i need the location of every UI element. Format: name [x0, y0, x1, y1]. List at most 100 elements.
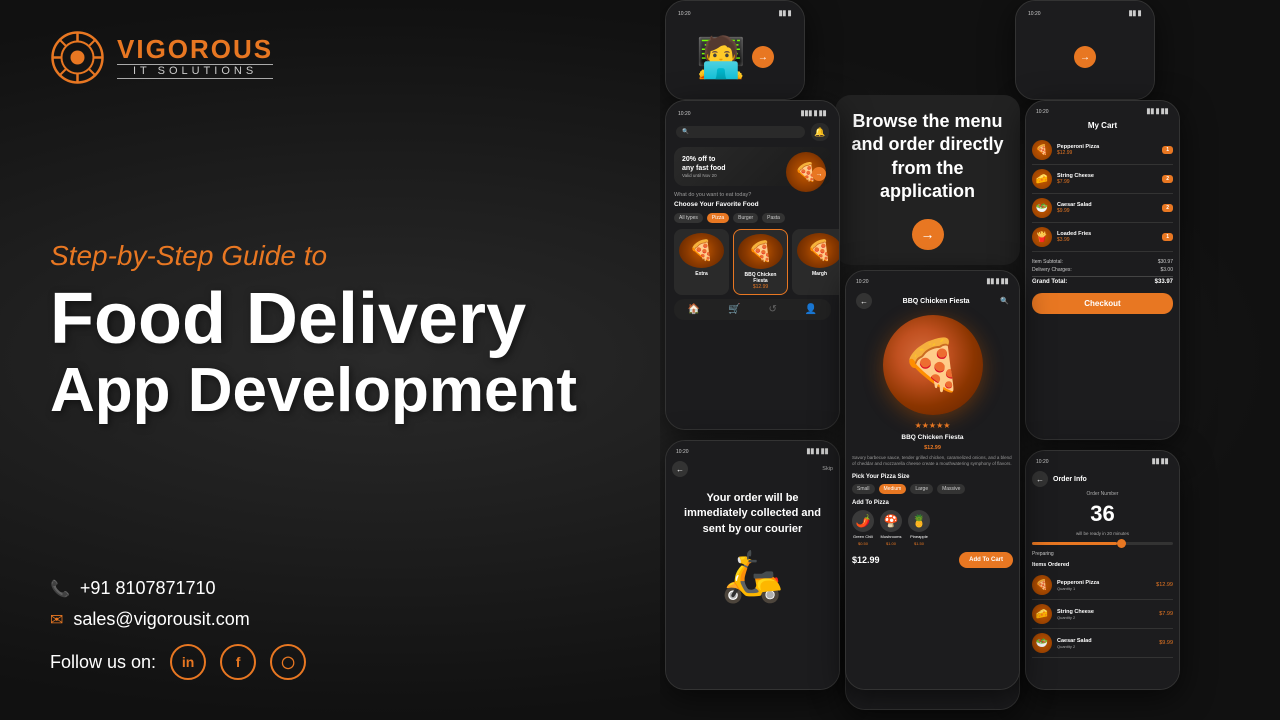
- cart-item-3: 🥗 Caesar Salad $9.99 2: [1032, 194, 1173, 223]
- order-number-label: Order Number: [1032, 491, 1173, 497]
- follow-label: Follow us on:: [50, 652, 156, 673]
- cart-price-4: $3.99: [1057, 237, 1157, 243]
- cart-price-1: $12.99: [1057, 150, 1157, 156]
- cart-qty-1: 1: [1162, 146, 1173, 154]
- phone-screen-1: 10:20▊▊▊ ▊ ▊▊ 🔍 🔔 20% off toany fast foo…: [666, 101, 839, 429]
- topping-pineapple[interactable]: 🍍 Pineapple $1.50: [908, 510, 930, 546]
- order-price-3: $9.99: [1159, 640, 1173, 646]
- order-info-1: Pepperoni Pizza Quantity 1: [1057, 580, 1151, 591]
- notification-icon[interactable]: 🔔: [811, 123, 829, 141]
- cart-price-3: $9.99: [1057, 208, 1157, 214]
- order-info-title: Order Info: [1053, 476, 1087, 483]
- size-options: Small Medium Large Massive: [852, 484, 1013, 494]
- tab-burger[interactable]: Burger: [733, 213, 758, 223]
- cart-info-1: Pepperoni Pizza $12.99: [1057, 144, 1157, 156]
- email-address: sales@vigorousit.com: [73, 609, 249, 630]
- phone-mockup-1: 10:20▊▊▊ ▊ ▊▊ 🔍 🔔 20% off toany fast foo…: [665, 100, 840, 430]
- phone-mockup-2: 10:20▊▊ ▊ ▊▊ ← BBQ Chicken Fiesta 🔍 🍕 ★★…: [845, 270, 1020, 690]
- add-to-cart-button[interactable]: Add To Cart: [959, 552, 1013, 568]
- nav-home[interactable]: 🏠: [688, 304, 700, 315]
- phone-screen-6: 10:20▊▊ ▊ 🧑‍💻 →: [666, 1, 804, 99]
- phone-screen-5: 10:20▊▊ ▊ ▊▊ ← Skip Your order will be i…: [666, 441, 839, 689]
- headline-line2: App Development: [50, 358, 610, 423]
- phone-screen-7: 10:20▊▊ ▊ →: [1016, 1, 1154, 99]
- tab-pasta[interactable]: Pasta: [762, 213, 785, 223]
- cart-item-1: 🍕 Pepperoni Pizza $12.99 1: [1032, 136, 1173, 165]
- skip-button[interactable]: Skip: [822, 466, 833, 472]
- delivery-back-button[interactable]: ←: [672, 461, 688, 477]
- cart-info-3: Caesar Salad $9.99: [1057, 202, 1157, 214]
- arrow-button-2[interactable]: →: [1074, 46, 1096, 68]
- size-large[interactable]: Large: [910, 484, 933, 494]
- tab-pizza[interactable]: Pizza: [707, 213, 729, 223]
- toppings-row: 🌶️ Green Chili $0.50 🍄 Mushrooms $1.00 🍍…: [852, 510, 1013, 546]
- order-back-button[interactable]: ←: [1032, 471, 1048, 487]
- grand-value: $33.97: [1155, 279, 1173, 285]
- nav-refresh[interactable]: ↺: [768, 304, 776, 315]
- food-image-bbq: 🍕: [738, 234, 783, 269]
- detail-search[interactable]: 🔍: [1000, 297, 1009, 305]
- browse-text-block: Browse the menu and order directly from …: [835, 95, 1020, 265]
- cart-title: My Cart: [1032, 121, 1173, 130]
- topping-img-2: 🍄: [880, 510, 902, 532]
- order-info-2: String Cheese Quantity 2: [1057, 609, 1154, 620]
- size-massive[interactable]: Massive: [937, 484, 965, 494]
- browse-arrow-button[interactable]: →: [912, 219, 944, 250]
- food-card-margh[interactable]: 🍕 Margh: [792, 229, 839, 295]
- topping-price-2: $1.00: [886, 541, 896, 546]
- cart-info-4: Loaded Fries $3.99: [1057, 231, 1157, 243]
- back-button[interactable]: ←: [856, 293, 872, 309]
- arrow-button-1[interactable]: →: [752, 46, 774, 68]
- social-row: Follow us on: in f ◯: [50, 644, 610, 680]
- checkout-button[interactable]: Checkout: [1032, 293, 1173, 314]
- brand-name: VIGOROUS: [117, 36, 273, 62]
- order-price-1: $12.99: [1156, 582, 1173, 588]
- order-number: 36: [1032, 501, 1173, 527]
- size-small[interactable]: Small: [852, 484, 875, 494]
- food-card-bbq[interactable]: 🍕 BBQ Chicken Fiesta $12.99: [733, 229, 788, 295]
- tab-all[interactable]: All types: [674, 213, 703, 223]
- items-ordered-label: Items Ordered: [1032, 562, 1173, 568]
- order-detail-3: Quantity 2: [1057, 644, 1154, 649]
- grand-label: Grand Total:: [1032, 279, 1067, 285]
- person-illustration-1: 🧑‍💻: [696, 34, 746, 81]
- facebook-icon[interactable]: f: [220, 644, 256, 680]
- size-medium[interactable]: Medium: [879, 484, 907, 494]
- phone-number: +91 8107871710: [80, 578, 216, 599]
- order-price-2: $7.99: [1159, 611, 1173, 617]
- food-card-extra[interactable]: 🍕 Extra: [674, 229, 729, 295]
- delivery-text: Your order will be immediately collected…: [672, 481, 833, 547]
- linkedin-icon[interactable]: in: [170, 644, 206, 680]
- cart-info-2: String Cheese $7.99: [1057, 173, 1157, 185]
- topping-img-3: 🍍: [908, 510, 930, 532]
- phone-mockup-5: 10:20▊▊ ▊ ▊▊ ← Skip Your order will be i…: [665, 440, 840, 690]
- topping-img-1: 🌶️: [852, 510, 874, 532]
- topping-mushrooms[interactable]: 🍄 Mushrooms $1.00: [880, 510, 902, 546]
- order-detail-1: Quantity 1: [1057, 586, 1151, 591]
- cart-price-2: $7.99: [1057, 179, 1157, 185]
- category-tabs: All types Pizza Burger Pasta: [674, 213, 831, 223]
- nav-cart[interactable]: 🛒: [728, 304, 740, 315]
- search-bar[interactable]: 🔍: [676, 126, 805, 138]
- food-cards: 🍕 Extra 🍕 BBQ Chicken Fiesta $12.99 🍕 Ma…: [674, 229, 831, 295]
- question-label: What do you want to eat today?: [674, 192, 831, 198]
- rating-stars: ★★★★★: [852, 421, 1013, 430]
- order-item-2: 🧀 String Cheese Quantity 2 $7.99: [1032, 600, 1173, 629]
- headline-subtitle: Step-by-Step Guide to: [50, 240, 610, 272]
- topping-name-1: Green Chili: [853, 534, 873, 539]
- contact-area: 📞 +91 8107871710 ✉ sales@vigorousit.com …: [50, 578, 610, 680]
- instagram-icon[interactable]: ◯: [270, 644, 306, 680]
- main-container: VIGOROUS IT SOLUTIONS Step-by-Step Guide…: [0, 0, 1280, 720]
- add-cart-row: $12.99 Add To Cart: [852, 552, 1013, 568]
- progress-fill: [1032, 542, 1117, 545]
- final-price: $12.99: [852, 555, 880, 565]
- choose-label: Choose Your Favorite Food: [674, 201, 831, 208]
- nav-profile[interactable]: 👤: [805, 304, 817, 315]
- cart-item-2: 🧀 String Cheese $7.99 2: [1032, 165, 1173, 194]
- topping-green-chili[interactable]: 🌶️ Green Chili $0.50: [852, 510, 874, 546]
- phone-screen-4: 10:20▊▊ ▊▊ ← Order Info Order Number 36 …: [1026, 451, 1179, 689]
- brand-subtitle: IT SOLUTIONS: [117, 64, 273, 79]
- main-title: Food Delivery App Development: [50, 282, 610, 423]
- food-price-bbq: $12.99: [738, 284, 783, 290]
- main-content: Step-by-Step Guide to Food Delivery App …: [50, 85, 610, 578]
